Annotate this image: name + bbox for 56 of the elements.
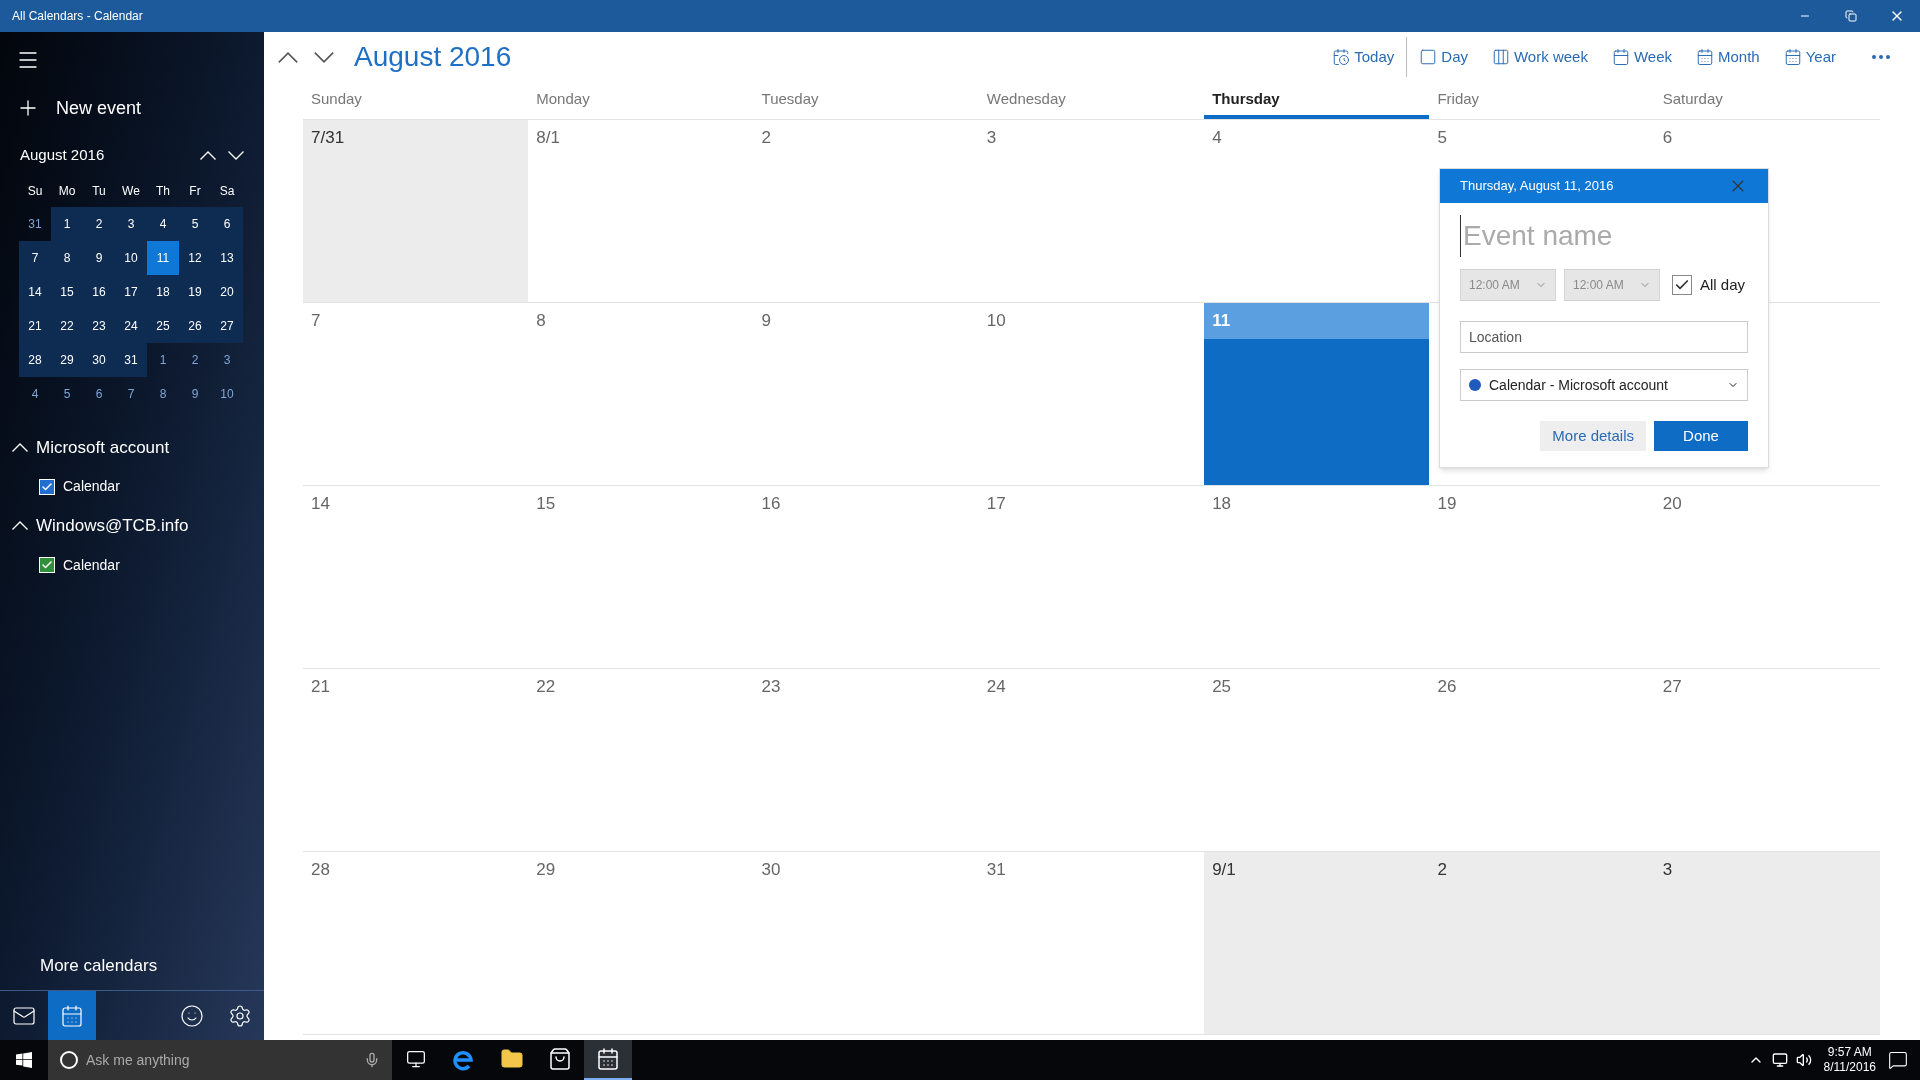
weekday-header: Friday [1436, 89, 1481, 109]
weekday-label: Tu [91, 182, 107, 200]
mini-calendar-title: August 2016 [20, 145, 105, 165]
day-number: 20 [1661, 492, 1683, 515]
day-number: 7/31 [310, 126, 346, 149]
day-number: 23 [760, 676, 782, 699]
weekday-header: Saturday [1661, 89, 1724, 109]
day-number: 8/1 [535, 126, 561, 149]
weekday-label: Su [26, 182, 44, 200]
calendar-label: Calendar [63, 555, 120, 575]
day-number: 14 [310, 492, 331, 515]
calendar-dropdown-label: Calendar - Microsoft account [1489, 375, 1669, 395]
day-number: 30 [760, 859, 782, 882]
day-number: 24 [985, 676, 1007, 699]
day-number: 8 [535, 309, 547, 332]
day-number: 19 [1436, 492, 1458, 515]
window-title: All Calendars - Calendar [11, 8, 144, 25]
weekday-header: Sunday [310, 89, 363, 109]
day-number: 16 [760, 492, 782, 515]
month-title: August 2016 [354, 40, 512, 74]
day-number: 26 [1436, 676, 1458, 699]
day-number: 3 [1661, 859, 1674, 882]
day-number: 3 [985, 126, 998, 149]
weekday-label: We [121, 182, 141, 200]
day-number: 31 [985, 859, 1007, 882]
day-number: 25 [1211, 676, 1233, 699]
clock-time: 9:57 AM [1827, 1045, 1872, 1060]
day-number: 15 [535, 492, 557, 515]
weekday-header: Tuesday [760, 89, 820, 109]
all-day-label: All day [1700, 274, 1746, 295]
day-number: 22 [535, 676, 557, 699]
weekday-header: Wednesday [985, 89, 1067, 109]
day-number: 6 [1661, 126, 1674, 149]
popup-title: Thursday, August 11, 2016 [1460, 177, 1614, 196]
day-number: 2 [760, 126, 773, 149]
day-number: 27 [1661, 676, 1683, 699]
weekday-label: Fr [188, 182, 202, 200]
day-number: 10 [985, 309, 1007, 332]
day-number: 7 [310, 309, 322, 332]
day-number: 29 [535, 859, 557, 882]
calendar-label: Calendar [63, 477, 120, 496]
day-number: 18 [1211, 492, 1233, 515]
day-number: 28 [310, 859, 331, 882]
day-number: 9 [760, 309, 773, 332]
day-number: 4 [1211, 126, 1223, 149]
day-number: 17 [985, 492, 1007, 515]
weekday-label: Mo [57, 182, 77, 200]
day-number: 11 [1204, 302, 1430, 339]
day-number: 9/1 [1211, 859, 1237, 882]
weekday-label: Sa [218, 182, 236, 200]
day-number: 5 [1436, 126, 1448, 149]
day-number: 21 [310, 676, 331, 699]
weekday-header: Monday [535, 89, 591, 109]
clock-date: 8/11/2016 [1823, 1060, 1876, 1075]
weekday-label: Th [155, 182, 171, 200]
day-number: 2 [1436, 859, 1448, 882]
